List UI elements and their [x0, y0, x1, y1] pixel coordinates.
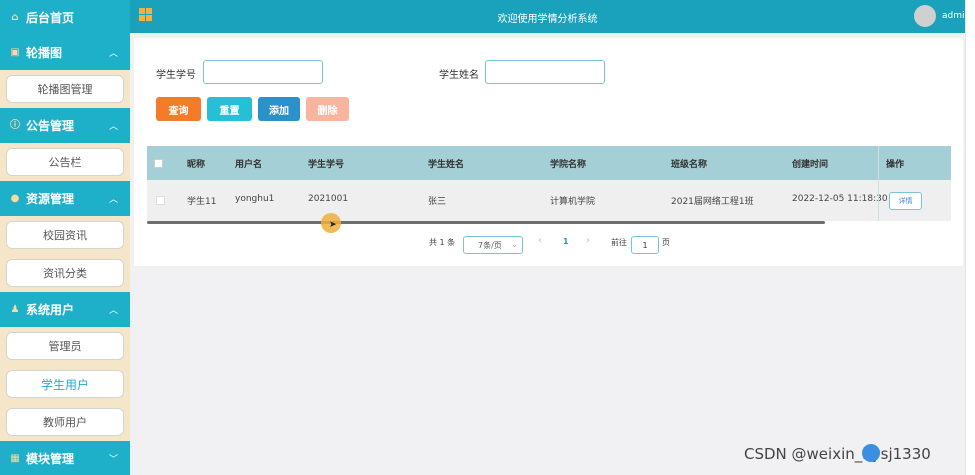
scrollbar-track[interactable]: [965, 0, 975, 475]
sidebar-item-admin[interactable]: 管理员: [6, 332, 124, 360]
cell-college: 计算机学院: [550, 197, 596, 207]
table-header: 昵称 用户名 学生学号 学生姓名 学院名称 班级名称 创建时间 操作: [147, 146, 951, 180]
sidebar-item-home[interactable]: ⌂ 后台首页: [0, 0, 130, 35]
reset-button[interactable]: 重置: [207, 97, 252, 121]
next-page-button[interactable]: ›: [586, 235, 590, 246]
select-all-checkbox[interactable]: [154, 159, 163, 168]
sidebar-item-news-category[interactable]: 资讯分类: [6, 259, 124, 287]
horizontal-scrollbar[interactable]: [147, 221, 825, 224]
page-unit-label: 页: [662, 238, 670, 247]
sidebar-item-notice-board[interactable]: 公告栏: [6, 148, 124, 176]
chevron-up-icon: ︿: [108, 306, 118, 316]
pagination-total: 共 1 条: [429, 238, 456, 247]
mouse-cursor-icon: ➤: [329, 220, 337, 230]
page-size-value: 7条/页: [478, 240, 502, 250]
location-icon: ●: [10, 192, 20, 204]
top-bar: 欢迎使用学情分析系统 admin: [130, 0, 970, 33]
header-college: 学院名称: [550, 159, 587, 170]
sidebar-group-label: 系统用户: [26, 303, 75, 317]
header-class: 班级名称: [671, 159, 708, 170]
main-panel: 学生学号 学生姓名 查询 重置 添加 删除 昵称 用户名 学生学号 学生姓名 学…: [134, 38, 963, 266]
info-icon: ⓘ: [10, 119, 20, 131]
cell-student-no: 2021001: [308, 194, 349, 204]
cell-username: yonghu1: [235, 194, 275, 204]
sidebar-item-carousel-manage[interactable]: 轮播图管理: [6, 75, 124, 103]
student-name-label: 学生姓名: [439, 70, 479, 81]
sidebar-group-label: 轮播图: [26, 46, 63, 60]
data-table: 昵称 用户名 学生学号 学生姓名 学院名称 班级名称 创建时间 操作 学生11 …: [147, 146, 951, 224]
page-size-select[interactable]: 7条/页 ⌄: [463, 236, 523, 254]
student-name-input[interactable]: [485, 60, 605, 84]
sidebar-group-notice[interactable]: ⓘ 公告管理 ︿: [0, 108, 130, 143]
cell-created: 2022-12-05 11:18:30: [792, 194, 888, 204]
sidebar-item-label: 后台首页: [26, 11, 75, 25]
sidebar: ⌂ 后台首页 ▣ 轮播图 ︿ 轮播图管理 ⓘ 公告管理 ︿ 公告栏 ● 资源管理…: [0, 0, 130, 475]
student-no-label: 学生学号: [156, 70, 196, 81]
chevron-up-icon: ︿: [108, 195, 118, 205]
sidebar-group-label: 公告管理: [26, 119, 75, 133]
page-number-current[interactable]: 1: [563, 237, 569, 246]
header-student-no: 学生学号: [308, 159, 345, 170]
sidebar-group-label: 资源管理: [26, 192, 75, 206]
sidebar-item-campus-news[interactable]: 校园资讯: [6, 221, 124, 249]
sidebar-item-teacher-users[interactable]: 教师用户: [6, 408, 124, 436]
sidebar-group-carousel[interactable]: ▣ 轮播图 ︿: [0, 35, 130, 70]
user-icon: ♟: [10, 303, 20, 315]
welcome-title: 欢迎使用学情分析系统: [497, 14, 598, 25]
query-button[interactable]: 查询: [156, 97, 201, 121]
header-student-name: 学生姓名: [428, 159, 465, 170]
delete-button[interactable]: 删除: [306, 97, 349, 121]
goto-page-input[interactable]: 1: [631, 236, 659, 254]
header-nickname: 昵称: [187, 159, 206, 170]
chevron-up-icon: ︿: [108, 122, 118, 132]
cell-nickname: 学生11: [187, 197, 217, 207]
chevron-up-icon: ︿: [108, 49, 118, 59]
sidebar-group-modules[interactable]: ▦ 模块管理 ﹀: [0, 441, 130, 475]
watermark-text: CSDN @weixin_bysj1330: [744, 445, 931, 463]
chevron-down-icon: ﹀: [108, 455, 118, 465]
sidebar-group-system-users[interactable]: ♟ 系统用户 ︿: [0, 292, 130, 327]
goto-label: 前往: [611, 238, 627, 247]
avatar[interactable]: [914, 5, 936, 27]
student-no-input[interactable]: [203, 60, 323, 84]
grid-icon: ▦: [10, 452, 20, 464]
header-created: 创建时间: [792, 159, 829, 170]
sidebar-group-label: 模块管理: [26, 452, 75, 466]
sidebar-item-student-users[interactable]: 学生用户: [6, 370, 124, 398]
prev-page-button[interactable]: ‹: [538, 235, 542, 246]
floating-badge-icon[interactable]: [862, 444, 880, 462]
table-row[interactable]: 学生11 yonghu1 2021001 张三 计算机学院 2021届网络工程1…: [147, 180, 951, 221]
image-icon: ▣: [10, 46, 20, 58]
sidebar-group-resource[interactable]: ● 资源管理 ︿: [0, 181, 130, 216]
cell-student-name: 张三: [428, 197, 447, 207]
home-icon: ⌂: [11, 11, 19, 23]
row-checkbox[interactable]: [156, 196, 165, 205]
cell-class: 2021届网络工程1班: [671, 197, 754, 207]
chevron-down-icon: ⌄: [511, 240, 518, 249]
header-username: 用户名: [235, 159, 263, 170]
add-button[interactable]: 添加: [258, 97, 300, 121]
detail-button[interactable]: 详情: [889, 192, 922, 210]
